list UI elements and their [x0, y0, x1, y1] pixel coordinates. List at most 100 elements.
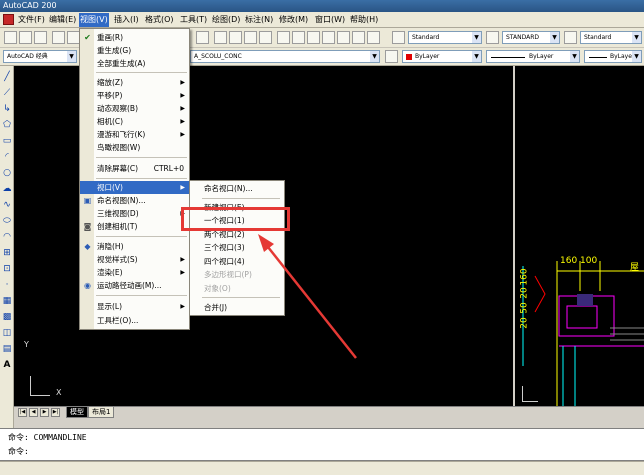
submenu-item-join[interactable]: 合并(J): [190, 301, 284, 314]
properties-icon[interactable]: [277, 31, 290, 44]
zoom-realtime-icon[interactable]: [229, 31, 242, 44]
menu-item-walk-fly[interactable]: 漫游和飞行(K) ▶: [80, 128, 189, 141]
new-file-icon[interactable]: [4, 31, 17, 44]
linetype-select[interactable]: ByLayer ▼: [486, 50, 580, 63]
chevron-down-icon: ▼: [370, 51, 379, 62]
menu-item-label: 视口(V): [97, 183, 123, 192]
menu-item-render[interactable]: 渲染(E) ▶: [80, 266, 189, 279]
undo-icon[interactable]: [196, 31, 209, 44]
submenu-item-four-viewports[interactable]: 四个视口(4): [190, 255, 284, 268]
menu-item-display[interactable]: 显示(L) ▶: [80, 300, 189, 313]
multiline-text-icon[interactable]: A: [2, 360, 12, 370]
insert-block-icon[interactable]: ⊞: [2, 248, 12, 258]
menu-item-motion-path[interactable]: ◉ 运动路径动画(M)...: [80, 279, 189, 292]
menu-item-viewports[interactable]: 视口(V) ▶: [80, 181, 189, 194]
menu-item-aerial-view[interactable]: 鸟瞰视图(W): [80, 141, 189, 154]
lineweight-select[interactable]: ByLayer ▼: [584, 50, 642, 63]
revision-cloud-icon[interactable]: ☁: [2, 184, 12, 194]
tool-palettes-icon[interactable]: [307, 31, 320, 44]
ellipse-icon[interactable]: ⬭: [2, 216, 12, 226]
point-icon[interactable]: ·: [2, 280, 12, 290]
menu-help[interactable]: 帮助(H): [349, 13, 379, 27]
circle-icon[interactable]: ○: [2, 168, 12, 178]
menu-tools[interactable]: 工具(T): [179, 13, 208, 27]
pan-realtime-icon[interactable]: [214, 31, 227, 44]
polyline-icon[interactable]: ↳: [2, 104, 12, 114]
spline-icon[interactable]: ∿: [2, 200, 12, 210]
make-block-icon[interactable]: ⊡: [2, 264, 12, 274]
menu-modify[interactable]: 修改(M): [278, 13, 309, 27]
table-style-value: Standard: [584, 34, 612, 41]
table-icon[interactable]: ▤: [2, 344, 12, 354]
menu-item-zoom[interactable]: 缩放(Z) ▶: [80, 76, 189, 89]
region-icon[interactable]: ◫: [2, 328, 12, 338]
submenu-arrow-icon: ▶: [180, 92, 185, 99]
menu-dimension[interactable]: 标注(N): [244, 13, 274, 27]
ellipse-arc-icon[interactable]: ◠: [2, 232, 12, 242]
menu-edit[interactable]: 编辑(E): [48, 13, 77, 27]
menu-item-pan[interactable]: 平移(P) ▶: [80, 89, 189, 102]
menu-item-clean-screen[interactable]: 清除屏幕(C) CTRL+0: [80, 162, 189, 175]
workspace-select[interactable]: AutoCAD 经典 ▼: [3, 50, 77, 63]
construction-line-icon[interactable]: ⟋: [2, 88, 12, 98]
menu-file[interactable]: 文件(F): [17, 13, 46, 27]
arc-icon[interactable]: ◜: [2, 152, 12, 162]
design-center-icon[interactable]: [292, 31, 305, 44]
menu-insert[interactable]: 插入(I): [113, 13, 140, 27]
layer-select[interactable]: A_SCOLU_CONC ▼: [190, 50, 380, 63]
menu-item-orbit[interactable]: 动态观察(B) ▶: [80, 102, 189, 115]
autocad-app-icon[interactable]: [3, 14, 14, 25]
dim-style-select[interactable]: STANDARD ▼: [502, 31, 560, 44]
submenu-item-named-viewports[interactable]: 命名视口(N)...: [190, 182, 284, 195]
zoom-window-icon[interactable]: [244, 31, 257, 44]
table-style-select[interactable]: Standard ▼: [580, 31, 642, 44]
menu-item-redraw[interactable]: ✔ 重画(R): [80, 31, 189, 44]
submenu-item-three-viewports[interactable]: 三个视口(3): [190, 241, 284, 254]
menu-window[interactable]: 窗口(W): [314, 13, 346, 27]
menu-item-regen[interactable]: 重生成(G): [80, 44, 189, 57]
command-window[interactable]: 命令: COMMANDLINE 命令:: [0, 428, 644, 461]
menu-item-camera[interactable]: 相机(C) ▶: [80, 115, 189, 128]
make-current-layer-icon[interactable]: [385, 50, 398, 63]
menu-format[interactable]: 格式(O): [144, 13, 175, 27]
color-select[interactable]: ByLayer ▼: [402, 50, 482, 63]
menu-item-hide[interactable]: ◆ 消隐(H): [80, 240, 189, 253]
tab-layout1[interactable]: 布局1: [88, 407, 115, 418]
tab-prev-icon[interactable]: ◀: [29, 408, 38, 417]
tab-first-icon[interactable]: |◀: [18, 408, 27, 417]
menu-item-toolbars[interactable]: 工具栏(O)...: [80, 314, 189, 327]
text-style-select[interactable]: Standard ▼: [408, 31, 482, 44]
calculator-icon[interactable]: [352, 31, 365, 44]
line-tool-icon[interactable]: ╱: [2, 72, 12, 82]
menu-item-label: 鸟瞰视图(W): [97, 143, 141, 152]
chevron-down-icon: ▼: [472, 51, 481, 62]
tab-model[interactable]: 模型: [66, 407, 88, 418]
zoom-previous-icon[interactable]: [259, 31, 272, 44]
command-prompt[interactable]: 命令:: [8, 446, 29, 457]
motion-path-icon: ◉: [84, 281, 91, 290]
plot-icon[interactable]: [52, 31, 65, 44]
rectangle-icon[interactable]: ▭: [2, 136, 12, 146]
menu-draw[interactable]: 绘图(D): [211, 13, 241, 27]
menu-item-3d-views[interactable]: 三维视图(D) ▶: [80, 207, 189, 220]
markup-icon[interactable]: [337, 31, 350, 44]
menu-item-create-camera[interactable]: ◙ 创建相机(T): [80, 220, 189, 233]
hatch-icon[interactable]: ▦: [2, 296, 12, 306]
tab-last-icon[interactable]: ▶|: [51, 408, 60, 417]
menu-view[interactable]: 视图(V): [79, 13, 109, 27]
menu-item-label: 相机(C): [97, 117, 124, 126]
polygon-icon[interactable]: ⬠: [2, 120, 12, 130]
gradient-icon[interactable]: ▩: [2, 312, 12, 322]
tab-next-icon[interactable]: ▶: [40, 408, 49, 417]
menu-item-visual-styles[interactable]: 视觉样式(S) ▶: [80, 253, 189, 266]
menu-item-regen-all[interactable]: 全部重生成(A): [80, 57, 189, 70]
open-file-icon[interactable]: [19, 31, 32, 44]
color-value: ByLayer: [415, 53, 440, 60]
dim-style-value: STANDARD: [506, 34, 540, 41]
save-icon[interactable]: [34, 31, 47, 44]
help-icon[interactable]: [367, 31, 380, 44]
sheet-set-icon[interactable]: [322, 31, 335, 44]
menu-separator: [96, 178, 187, 179]
menu-separator: [96, 157, 187, 158]
menu-item-named-views[interactable]: ▣ 命名视图(N)...: [80, 194, 189, 207]
